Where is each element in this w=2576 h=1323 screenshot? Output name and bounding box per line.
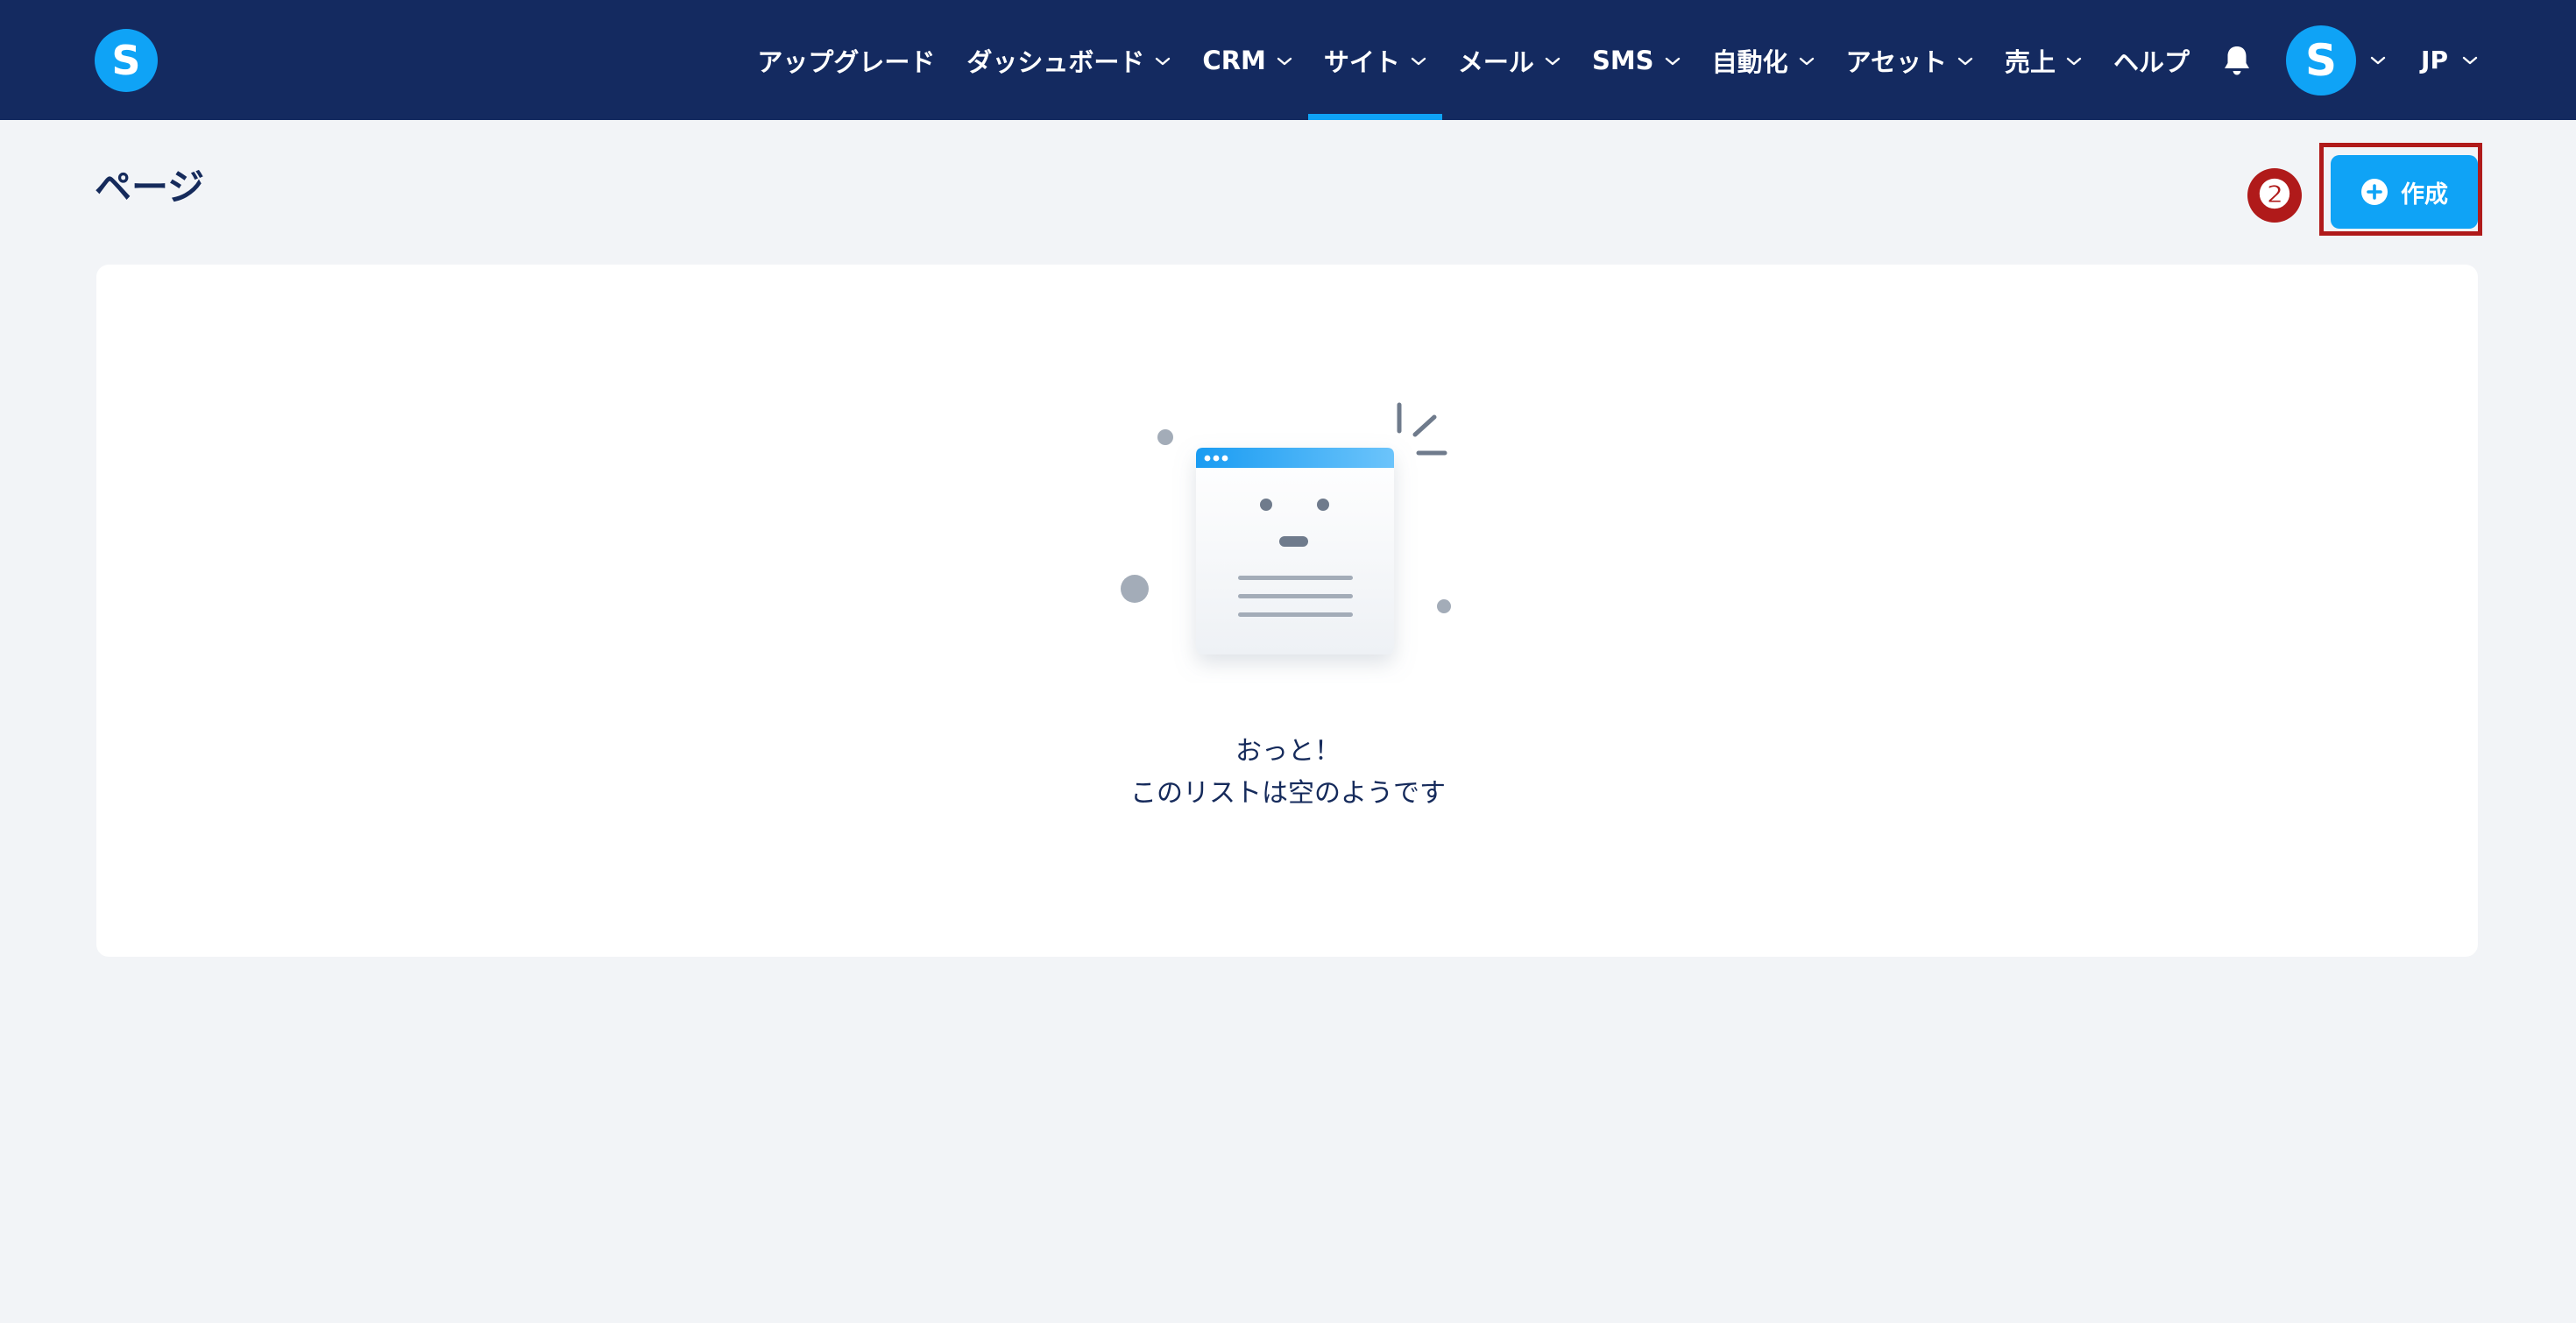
nav-item-label: メール xyxy=(1457,46,1534,77)
empty-page-icon xyxy=(1121,402,1451,654)
nav-item-assets[interactable]: アセット xyxy=(1830,0,1989,120)
step-marker-2: ❷ xyxy=(2247,168,2302,223)
empty-state-message: おっと！ このリストは空のようです xyxy=(938,731,1638,815)
chevron-down-icon xyxy=(1411,57,1426,65)
app-logo[interactable]: S xyxy=(95,29,158,92)
nav-item-sms[interactable]: SMS xyxy=(1576,0,1696,120)
nav-item-label: CRM xyxy=(1202,45,1266,75)
empty-state-title: おっと！ xyxy=(1235,736,1341,767)
plus-circle-icon xyxy=(2361,179,2388,205)
create-button-label: 作成 xyxy=(2401,180,2448,209)
nav-item-label: ヘルプ xyxy=(2113,46,2190,77)
nav-item-label: 売上 xyxy=(2005,46,2056,77)
nav-item-help[interactable]: ヘルプ xyxy=(2098,0,2205,120)
notifications-button[interactable] xyxy=(2205,0,2268,120)
nav-item-label: SMS xyxy=(1591,45,1654,75)
chevron-down-icon xyxy=(2370,56,2386,64)
chevron-down-icon xyxy=(1799,57,1814,65)
nav-item-label: アセット xyxy=(1845,46,1948,77)
nav-item-label: サイト xyxy=(1323,46,1400,77)
page-title: ページ xyxy=(95,166,205,209)
avatar: S xyxy=(2286,25,2357,96)
language-label: JP xyxy=(2421,46,2448,74)
chevron-down-icon xyxy=(1156,57,1171,65)
chevron-down-icon xyxy=(1665,57,1680,65)
nav-item-mail[interactable]: メール xyxy=(1442,0,1576,120)
nav-item-crm[interactable]: CRM xyxy=(1186,0,1307,120)
nav-item-upgrade[interactable]: アップグレード xyxy=(741,0,951,120)
user-menu[interactable]: S xyxy=(2268,0,2398,120)
nav-item-site[interactable]: サイト xyxy=(1307,0,1442,120)
empty-state-subtitle: このリストは空のようです xyxy=(1130,778,1446,809)
main-nav: アップグレード ダッシュボード CRM サイト メール SMS 自動化 アセット xyxy=(741,0,2478,120)
chevron-down-icon xyxy=(1545,57,1560,65)
nav-item-label: アップグレード xyxy=(757,46,936,77)
chevron-down-icon xyxy=(2066,57,2082,65)
chevron-down-icon xyxy=(2462,56,2478,64)
nav-item-label: ダッシュボード xyxy=(966,46,1145,77)
chevron-down-icon xyxy=(1277,57,1292,65)
create-button[interactable]: 作成 xyxy=(2331,155,2478,229)
chevron-down-icon xyxy=(1957,57,1973,65)
nav-item-label: 自動化 xyxy=(1711,46,1788,77)
nav-item-dashboard[interactable]: ダッシュボード xyxy=(951,0,1186,120)
nav-item-automation[interactable]: 自動化 xyxy=(1696,0,1830,120)
language-selector[interactable]: JP xyxy=(2398,0,2478,120)
nav-item-sales[interactable]: 売上 xyxy=(1989,0,2098,120)
top-navbar: S アップグレード ダッシュボード CRM サイト メール SMS 自動化 アセ… xyxy=(0,0,2576,120)
bell-icon xyxy=(2225,46,2250,74)
